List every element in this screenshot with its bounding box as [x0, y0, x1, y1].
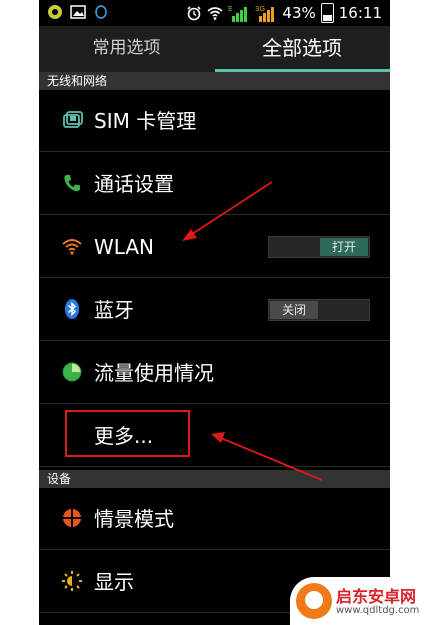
watermark-logo-icon [296, 583, 332, 619]
arrow-to-more [211, 432, 323, 481]
watermark-url: www.qdltdg.com [336, 605, 420, 616]
watermark-title: 启东安卓网 [336, 587, 417, 606]
arrow-to-wlan [182, 181, 273, 241]
annotation-arrows [182, 181, 323, 481]
watermark-badge: 启东安卓网 www.qdltdg.com [290, 577, 430, 625]
